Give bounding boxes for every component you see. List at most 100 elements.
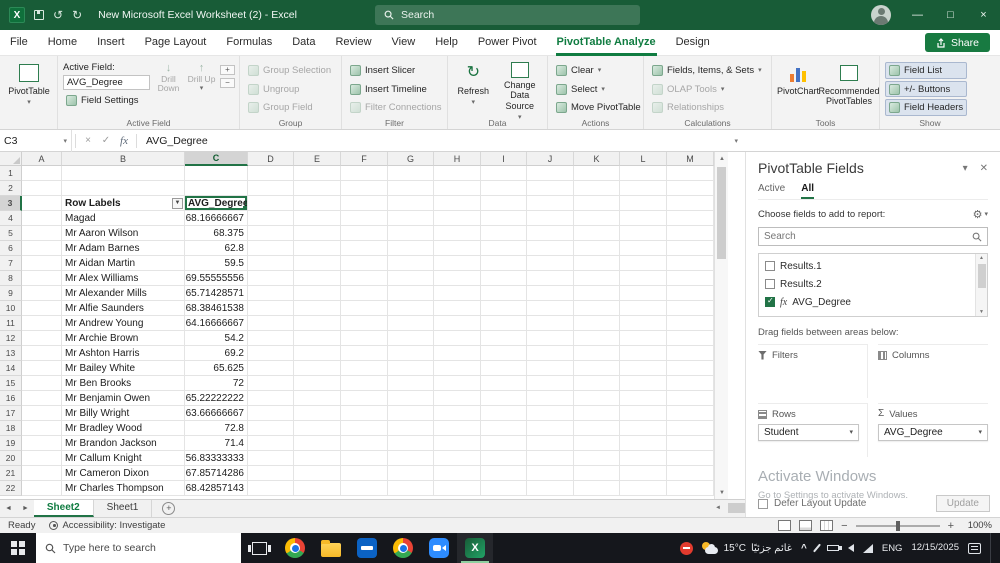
page-layout-view-icon[interactable]	[799, 520, 813, 531]
tab-help[interactable]: Help	[425, 30, 468, 56]
rows-area-well[interactable]: Student ▾	[758, 421, 859, 457]
row-header-9[interactable]: 9	[0, 286, 22, 301]
cell-I8[interactable]	[481, 271, 527, 286]
cell-D7[interactable]	[248, 256, 294, 271]
column-header-m[interactable]: M	[667, 152, 714, 166]
cell-A6[interactable]	[22, 241, 62, 256]
cell-L13[interactable]	[620, 346, 667, 361]
cell-J1[interactable]	[527, 166, 574, 181]
cell-B7[interactable]: Mr Aidan Martin	[62, 256, 185, 271]
column-header-a[interactable]: A	[22, 152, 62, 166]
cell-B15[interactable]: Mr Ben Brooks	[62, 376, 185, 391]
cell-F2[interactable]	[341, 181, 388, 196]
cell-M13[interactable]	[667, 346, 714, 361]
cell-B14[interactable]: Mr Bailey White	[62, 361, 185, 376]
drill-down-button[interactable]: ↓ Drill Down	[153, 62, 184, 116]
cell-D2[interactable]	[248, 181, 294, 196]
cell-C3[interactable]: AVG_Degree	[185, 196, 248, 211]
cell-K7[interactable]	[574, 256, 620, 271]
formula-content[interactable]: AVG_Degree	[146, 135, 208, 147]
cell-B17[interactable]: Mr Billy Wright	[62, 406, 185, 421]
cell-I17[interactable]	[481, 406, 527, 421]
cell-B6[interactable]: Mr Adam Barnes	[62, 241, 185, 256]
cell-K14[interactable]	[574, 361, 620, 376]
cell-H22[interactable]	[434, 481, 481, 496]
cell-D11[interactable]	[248, 316, 294, 331]
cell-L5[interactable]	[620, 226, 667, 241]
undo-icon[interactable]: ↺	[53, 9, 63, 21]
weather-widget[interactable]: 15°C غائم جزئيًا	[701, 541, 792, 556]
share-button[interactable]: Share	[924, 33, 990, 52]
cell-A3[interactable]	[22, 196, 62, 211]
cell-H12[interactable]	[434, 331, 481, 346]
cell-J9[interactable]	[527, 286, 574, 301]
olap-tools-button[interactable]: OLAP Tools ▾	[649, 81, 765, 98]
cell-M17[interactable]	[667, 406, 714, 421]
row-header-16[interactable]: 16	[0, 391, 22, 406]
active-field-input[interactable]: AVG_Degree	[63, 75, 150, 90]
cell-I12[interactable]	[481, 331, 527, 346]
cell-J16[interactable]	[527, 391, 574, 406]
cell-C9[interactable]: 65.71428571	[185, 286, 248, 301]
cell-K11[interactable]	[574, 316, 620, 331]
row-header-19[interactable]: 19	[0, 436, 22, 451]
cell-K1[interactable]	[574, 166, 620, 181]
cell-F6[interactable]	[341, 241, 388, 256]
select-button[interactable]: Select ▾	[553, 81, 644, 98]
cell-B13[interactable]: Mr Ashton Harris	[62, 346, 185, 361]
cell-D5[interactable]	[248, 226, 294, 241]
page-break-view-icon[interactable]	[820, 520, 834, 531]
cell-D6[interactable]	[248, 241, 294, 256]
cell-J15[interactable]	[527, 376, 574, 391]
row-header-10[interactable]: 10	[0, 301, 22, 316]
cell-G16[interactable]	[388, 391, 434, 406]
cell-D19[interactable]	[248, 436, 294, 451]
cell-F7[interactable]	[341, 256, 388, 271]
cell-M7[interactable]	[667, 256, 714, 271]
cell-M20[interactable]	[667, 451, 714, 466]
cell-D20[interactable]	[248, 451, 294, 466]
cell-M9[interactable]	[667, 286, 714, 301]
row-labels-filter-icon[interactable]: ▼	[172, 197, 183, 209]
tab-design[interactable]: Design	[666, 30, 720, 56]
columns-area[interactable]: Columns	[878, 344, 988, 398]
cell-E4[interactable]	[294, 211, 341, 226]
field-item-results-2[interactable]: Results.2	[765, 275, 973, 293]
cell-M4[interactable]	[667, 211, 714, 226]
cell-D9[interactable]	[248, 286, 294, 301]
pane-options-icon[interactable]: ▾	[963, 163, 968, 174]
ungroup-button[interactable]: Ungroup	[245, 81, 334, 98]
column-header-l[interactable]: L	[620, 152, 667, 166]
cell-E9[interactable]	[294, 286, 341, 301]
results-1-checkbox[interactable]	[765, 261, 775, 271]
cell-L17[interactable]	[620, 406, 667, 421]
cell-F4[interactable]	[341, 211, 388, 226]
cell-A19[interactable]	[22, 436, 62, 451]
cell-I11[interactable]	[481, 316, 527, 331]
cell-E21[interactable]	[294, 466, 341, 481]
cell-M5[interactable]	[667, 226, 714, 241]
cell-E13[interactable]	[294, 346, 341, 361]
column-header-h[interactable]: H	[434, 152, 481, 166]
cell-L7[interactable]	[620, 256, 667, 271]
name-box[interactable]: C3 ▾	[0, 129, 72, 152]
cell-G20[interactable]	[388, 451, 434, 466]
cell-F11[interactable]	[341, 316, 388, 331]
cell-E17[interactable]	[294, 406, 341, 421]
cell-K9[interactable]	[574, 286, 620, 301]
cell-G6[interactable]	[388, 241, 434, 256]
cell-F3[interactable]	[341, 196, 388, 211]
cell-E15[interactable]	[294, 376, 341, 391]
cell-H15[interactable]	[434, 376, 481, 391]
cell-F15[interactable]	[341, 376, 388, 391]
cell-D18[interactable]	[248, 421, 294, 436]
cell-M10[interactable]	[667, 301, 714, 316]
move-pivottable-button[interactable]: Move PivotTable	[553, 99, 644, 116]
fields-list-scrollbar[interactable]	[975, 254, 987, 316]
zoom-out-icon[interactable]: −	[841, 520, 847, 532]
cell-I19[interactable]	[481, 436, 527, 451]
cell-K22[interactable]	[574, 481, 620, 496]
results-2-checkbox[interactable]	[765, 279, 775, 289]
collapse-field-button[interactable]: −	[220, 78, 235, 88]
fields-tab-active[interactable]: Active	[758, 183, 785, 199]
